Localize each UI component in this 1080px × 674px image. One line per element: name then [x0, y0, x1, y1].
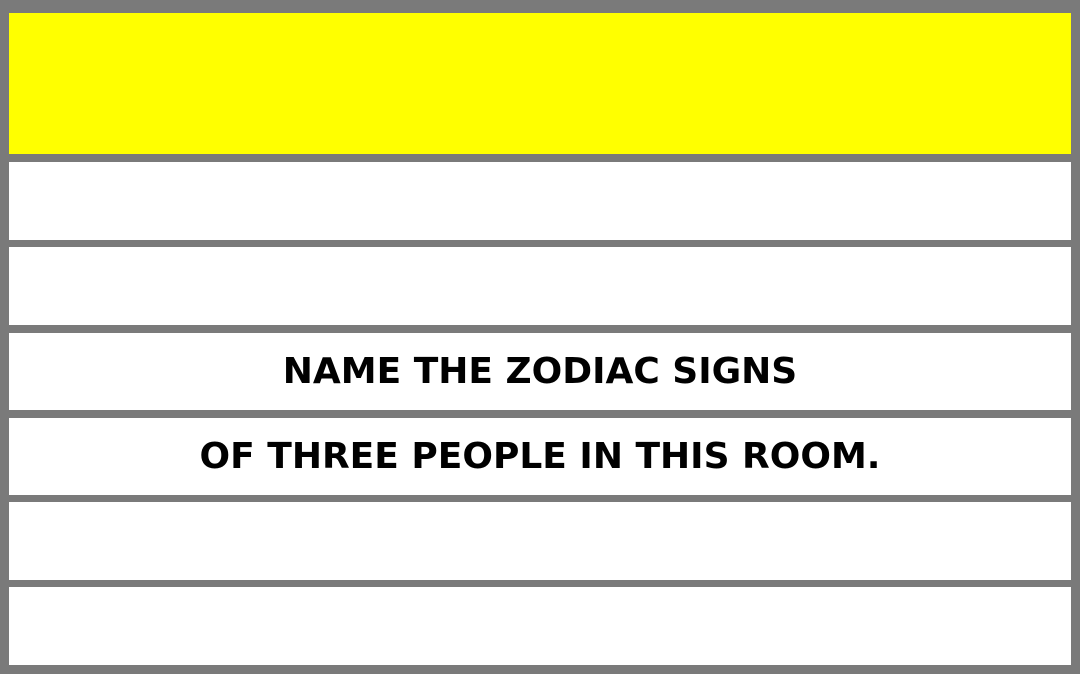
card-row-2 — [9, 247, 1071, 325]
card-row-6 — [9, 587, 1071, 665]
card-row-4: OF THREE PEOPLE IN THIS ROOM. — [9, 418, 1071, 495]
prompt-line-2: OF THREE PEOPLE IN THIS ROOM. — [199, 436, 881, 477]
card-row-3: NAME THE ZODIAC SIGNS — [9, 333, 1071, 410]
prompt-line-1: NAME THE ZODIAC SIGNS — [282, 351, 798, 392]
prompt-card: NAME THE ZODIAC SIGNS OF THREE PEOPLE IN… — [0, 0, 1080, 674]
card-row-5 — [9, 502, 1071, 580]
card-row-1 — [9, 162, 1071, 240]
header-color-band — [9, 13, 1071, 154]
